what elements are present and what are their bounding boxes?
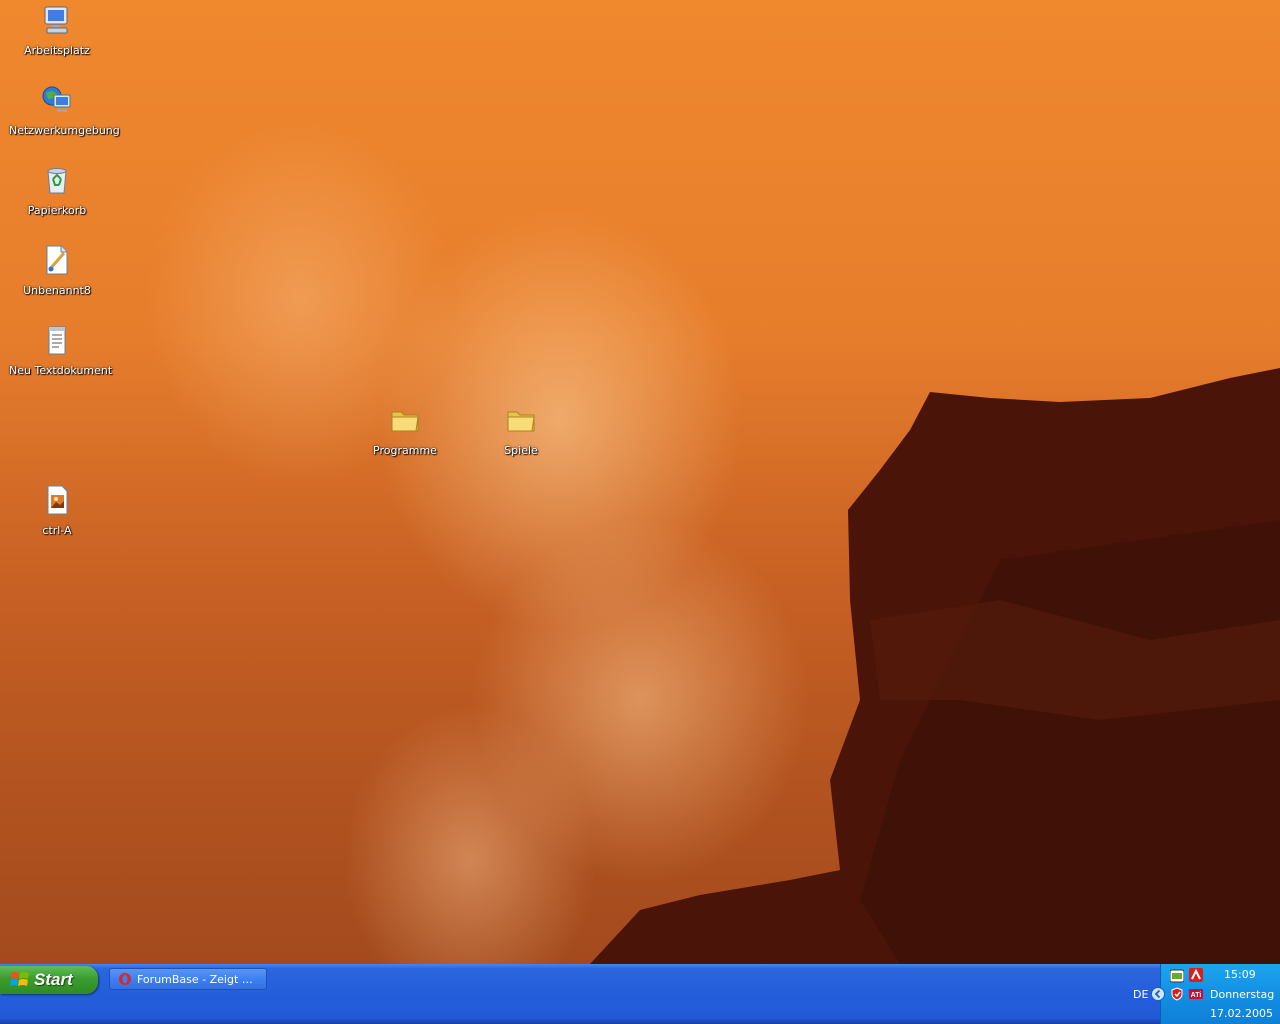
folder-icon bbox=[391, 411, 419, 432]
desktop-icon-papierkorb[interactable]: Papierkorb bbox=[9, 163, 105, 218]
desktop-icon-neu-textdokument[interactable]: Neu Textdokument bbox=[9, 323, 112, 378]
taskbar-item-forumbase[interactable]: ForumBase - Zeigt mir... bbox=[109, 968, 267, 990]
text-document-icon bbox=[48, 326, 66, 355]
paint-file-icon bbox=[46, 245, 68, 275]
desktop-icon-arbeitsplatz[interactable]: Arbeitsplatz bbox=[9, 3, 105, 58]
taskbar-item-label: ForumBase - Zeigt mir... bbox=[137, 972, 261, 986]
show-hidden-icon[interactable] bbox=[1151, 987, 1165, 1001]
desktop[interactable]: Arbeitsplatz Netzwerkumgebung Papierkorb… bbox=[0, 0, 1280, 964]
folder-icon bbox=[507, 411, 535, 432]
wallpaper-cliff bbox=[590, 368, 1280, 964]
desktop-icon-label: Arbeitsplatz bbox=[24, 44, 90, 57]
network-places-icon bbox=[42, 86, 71, 112]
ati-icon[interactable]: ATi bbox=[1189, 987, 1203, 1001]
desktop-icon-label: Papierkorb bbox=[27, 204, 87, 217]
desktop-icon-label: Programme bbox=[373, 444, 437, 457]
desktop-icon-programme[interactable]: Programme bbox=[357, 403, 453, 458]
desktop-icon-label: Spiele bbox=[504, 444, 538, 457]
desktop-icon-netzwerkumgebung[interactable]: Netzwerkumgebung bbox=[9, 83, 120, 138]
clock-day: Donnerstag bbox=[1210, 988, 1275, 1001]
desktop-icon-label: Unbenannt8 bbox=[23, 284, 91, 297]
my-computer-icon bbox=[44, 6, 68, 34]
desktop-icon-label: Neu Textdokument bbox=[9, 364, 113, 377]
taskbar: Start ForumBase - Zeigt mir... DE ATi 15… bbox=[0, 964, 1280, 1024]
desktop-icon-spiele[interactable]: Spiele bbox=[473, 403, 569, 458]
desktop-icon-ctrl-a[interactable]: ctrl-A bbox=[9, 483, 105, 538]
language-indicator[interactable]: DE bbox=[1133, 988, 1148, 1001]
shield-icon[interactable] bbox=[1170, 987, 1184, 1001]
antivir-icon[interactable] bbox=[1189, 968, 1203, 982]
start-label: Start bbox=[34, 970, 73, 989]
opera-icon bbox=[119, 973, 131, 985]
clock-date: 17.02.2005 bbox=[1210, 1007, 1273, 1020]
svg-text:ATi: ATi bbox=[1191, 992, 1202, 999]
image-file-icon bbox=[47, 485, 68, 515]
windows-logo-icon bbox=[10, 972, 29, 986]
nvidia-icon[interactable] bbox=[1170, 969, 1184, 983]
desktop-icon-label: Netzwerkumgebung bbox=[9, 124, 120, 137]
clock-time[interactable]: 15:09 bbox=[1224, 968, 1256, 981]
desktop-icon-unbenannt8[interactable]: Unbenannt8 bbox=[9, 243, 105, 298]
start-button[interactable]: Start bbox=[0, 966, 98, 994]
recycle-bin-icon bbox=[47, 168, 67, 194]
desktop-icon-label: ctrl-A bbox=[42, 524, 72, 537]
